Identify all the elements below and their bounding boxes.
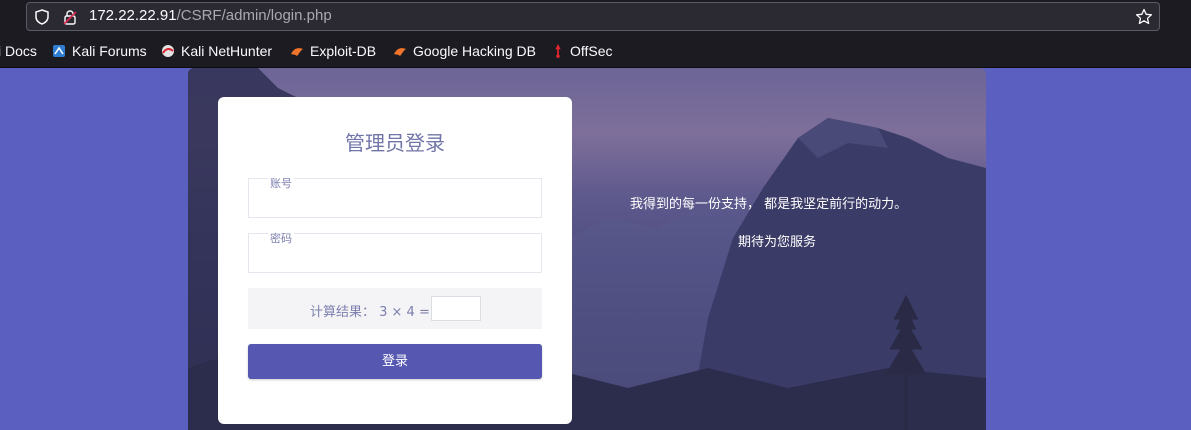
ghdb-icon: [394, 48, 406, 56]
insecure-lock-icon[interactable]: [63, 9, 77, 25]
url-text[interactable]: 172.22.22.91/CSRF/admin/login.php: [89, 7, 332, 24]
kali-nethunter-icon: [162, 45, 174, 57]
page-content: 我得到的每一份支持， 都是我坚定前行的动力。 期待为您服务 管理员登录 账号 密…: [0, 68, 1191, 430]
address-bar[interactable]: 172.22.22.91/CSRF/admin/login.php: [26, 2, 1160, 31]
account-label: 账号: [268, 175, 294, 191]
bookmark-star-icon[interactable]: [1135, 8, 1153, 26]
bookmark-kali-docs[interactable]: i Docs: [0, 43, 37, 59]
password-label: 密码: [268, 230, 294, 246]
bookmark-label: Kali Forums: [72, 43, 147, 59]
bookmarks-toolbar: i Docs Kali Forums Kali NetHunter Exploi…: [0, 34, 1191, 68]
bookmark-label: Google Hacking DB: [413, 43, 536, 59]
offsec-icon: [555, 44, 561, 58]
hero-message-line1: 我得到的每一份支持， 都是我坚定前行的动力。: [630, 197, 908, 212]
password-field[interactable]: 密码: [248, 230, 542, 273]
browser-toolbar: 172.22.22.91/CSRF/admin/login.php: [0, 0, 1191, 34]
bookmark-exploit-db[interactable]: Exploit-DB: [290, 43, 376, 59]
captcha-answer-input[interactable]: [431, 296, 481, 321]
captcha-row: 计算结果： 3 × 4 =: [248, 288, 542, 329]
bookmark-ghdb[interactable]: Google Hacking DB: [393, 43, 536, 59]
login-card: 管理员登录 账号 密码 计算结果： 3 × 4 = 登录: [218, 97, 572, 424]
bookmark-label: OffSec: [570, 43, 613, 59]
kali-forums-icon: [53, 45, 65, 57]
shield-icon[interactable]: [35, 9, 49, 25]
login-button[interactable]: 登录: [248, 344, 542, 379]
bookmark-label: Kali NetHunter: [181, 43, 273, 59]
bookmark-kali-forums[interactable]: Kali Forums: [52, 43, 147, 59]
bookmark-kali-nethunter[interactable]: Kali NetHunter: [161, 43, 272, 59]
bookmark-label: Exploit-DB: [310, 43, 377, 59]
url-host: 172.22.22.91: [89, 7, 177, 24]
bookmark-offsec[interactable]: OffSec: [553, 43, 613, 59]
exploit-db-icon: [291, 48, 303, 56]
url-path: /CSRF/admin/login.php: [176, 7, 332, 24]
bookmark-label: i Docs: [0, 43, 37, 59]
hero-message-line2: 期待为您服务: [738, 235, 817, 250]
captcha-question: 计算结果： 3 × 4 =: [310, 305, 430, 320]
account-field[interactable]: 账号: [248, 175, 542, 218]
login-title: 管理员登录: [345, 131, 445, 155]
